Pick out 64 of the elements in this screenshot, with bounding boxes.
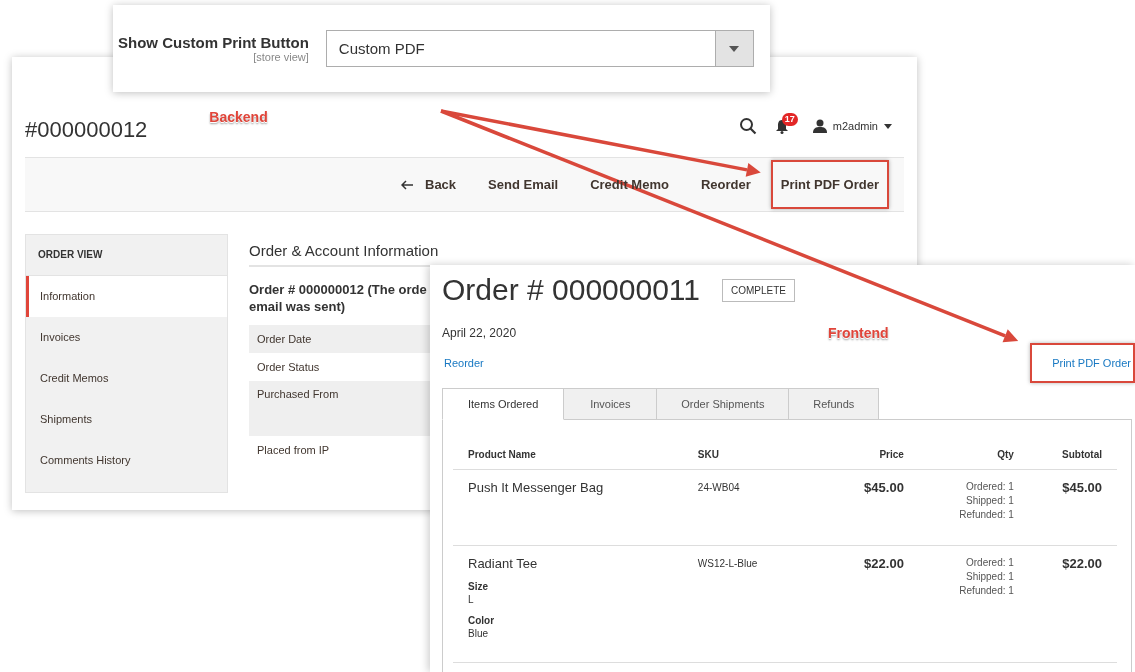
tab[interactable]: Refunds xyxy=(789,388,880,420)
info-label: Order Status xyxy=(257,361,320,373)
option-value: Blue xyxy=(468,628,489,639)
table-cell-text: 24-WB04 xyxy=(697,481,741,495)
table-cell-text: Ordered: 1 xyxy=(965,480,1014,494)
table-cell-text: Refunded: 1 xyxy=(958,508,1014,522)
table-cell-text: $22.00 xyxy=(1061,556,1102,573)
page-title: Order # 000000011 xyxy=(442,273,700,307)
info-label: Placed from IP xyxy=(257,444,330,456)
caret-icon xyxy=(729,45,740,52)
product-name: Push It Messenger Bag xyxy=(468,480,605,495)
option-label: Color xyxy=(468,615,496,626)
arrow-left-icon xyxy=(401,179,413,190)
back-button[interactable]: Back xyxy=(389,167,469,202)
table-cell-text: Shipped: 1 xyxy=(965,494,1014,508)
table-cell-text: Shipped: 1 xyxy=(965,570,1014,584)
column-header: Price xyxy=(878,449,904,460)
sidebar-item[interactable]: Shipments xyxy=(26,399,227,440)
search-icon[interactable] xyxy=(738,117,757,135)
field-label: Show Custom Print Button xyxy=(118,34,309,51)
sidebar-item[interactable]: Information xyxy=(26,276,227,317)
info-label: Order Date xyxy=(257,333,312,345)
order-heading: email was sent) xyxy=(249,298,346,315)
column-header: Subtotal xyxy=(1061,449,1102,460)
action-button[interactable]: Reorder xyxy=(688,167,763,202)
action-button[interactable]: Credit Memo xyxy=(578,167,681,202)
sidebar-item[interactable]: Credit Memos xyxy=(26,358,227,399)
option-label: Size xyxy=(468,581,489,592)
annotation-label: Backend xyxy=(209,109,268,125)
tab[interactable]: Order Shipments xyxy=(657,388,790,420)
column-header: Qty xyxy=(996,449,1014,460)
page-title: #000000012 xyxy=(25,117,148,143)
scope-label: [store view] xyxy=(252,51,309,63)
notification-badge: 17 xyxy=(781,112,798,126)
table-cell-text: WS12-L-Blue xyxy=(697,557,759,571)
user-icon xyxy=(812,119,827,133)
action-button[interactable]: Print PDF Order xyxy=(770,160,889,209)
table-cell-text: $45.00 xyxy=(863,480,904,497)
link[interactable]: Print PDF Order xyxy=(1030,343,1135,383)
caret-icon xyxy=(884,123,892,129)
tab[interactable]: Items Ordered xyxy=(442,388,565,420)
select-field[interactable]: Custom PDF xyxy=(325,30,754,67)
info-label: Purchased From xyxy=(257,388,339,400)
link[interactable]: Reorder xyxy=(442,343,488,383)
tab[interactable]: Invoices xyxy=(564,388,658,420)
product-name: Radiant Tee xyxy=(468,556,539,571)
user-menu[interactable]: m2admin xyxy=(812,119,892,133)
sidebar-item[interactable]: Comments History xyxy=(26,440,227,481)
table-cell-text: $22.00 xyxy=(863,556,904,573)
user-name: m2admin xyxy=(832,120,878,132)
column-header: SKU xyxy=(697,449,720,460)
table-cell-text: $45.00 xyxy=(1061,480,1102,497)
status-badge: COMPLETE xyxy=(722,278,795,302)
table-cell-text: Refunded: 1 xyxy=(958,584,1014,598)
dropdown-button[interactable] xyxy=(714,31,753,66)
option-value: L xyxy=(468,594,475,605)
table-cell-text: Ordered: 1 xyxy=(965,556,1014,570)
order-heading: Order # 000000012 (The orde xyxy=(249,281,427,298)
action-button[interactable]: Send Email xyxy=(476,167,571,202)
annotation-label: Frontend xyxy=(828,325,889,341)
column-header: Product Name xyxy=(468,449,537,460)
select-value: Custom PDF xyxy=(337,40,425,57)
order-date: April 22, 2020 xyxy=(442,326,518,340)
sidebar-item[interactable]: Invoices xyxy=(26,317,227,358)
